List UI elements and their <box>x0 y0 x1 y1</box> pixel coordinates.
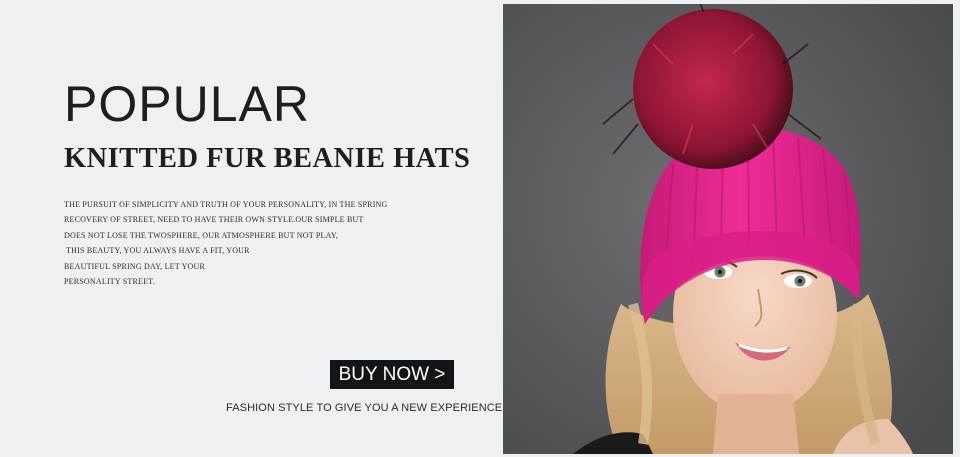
description-line: BEAUTIFUL SPRING DAY, LET YOUR <box>64 261 206 271</box>
subheadline: KNITTED FUR BEANIE HATS <box>64 142 471 174</box>
description-line: DOES NOT LOSE THE TWOSPHERE, OUR ATMOSPH… <box>64 230 339 240</box>
description-line: RECOVERY OF STREET, NEED TO HAVE THEIR O… <box>64 215 364 225</box>
tagline: FASHION STYLE TO GIVE YOU A NEW EXPERIEN… <box>226 402 503 414</box>
product-photo <box>503 4 953 454</box>
headline: POPULAR <box>64 76 310 132</box>
description: THE PURSUIT OF SIMPLICITY AND TRUTH OF Y… <box>64 197 388 289</box>
buy-now-button[interactable]: BUY NOW > <box>330 360 454 389</box>
description-line: PERSONALITY STREET. <box>64 277 155 287</box>
description-line: THIS BEAUTY, YOU ALWAYS HAVE A FIT, YOUR <box>64 246 250 256</box>
description-line: THE PURSUIT OF SIMPLICITY AND TRUTH OF Y… <box>64 200 388 209</box>
model-wearing-beanie-image <box>503 4 953 454</box>
product-banner: POPULAR KNITTED FUR BEANIE HATS THE PURS… <box>0 0 960 457</box>
